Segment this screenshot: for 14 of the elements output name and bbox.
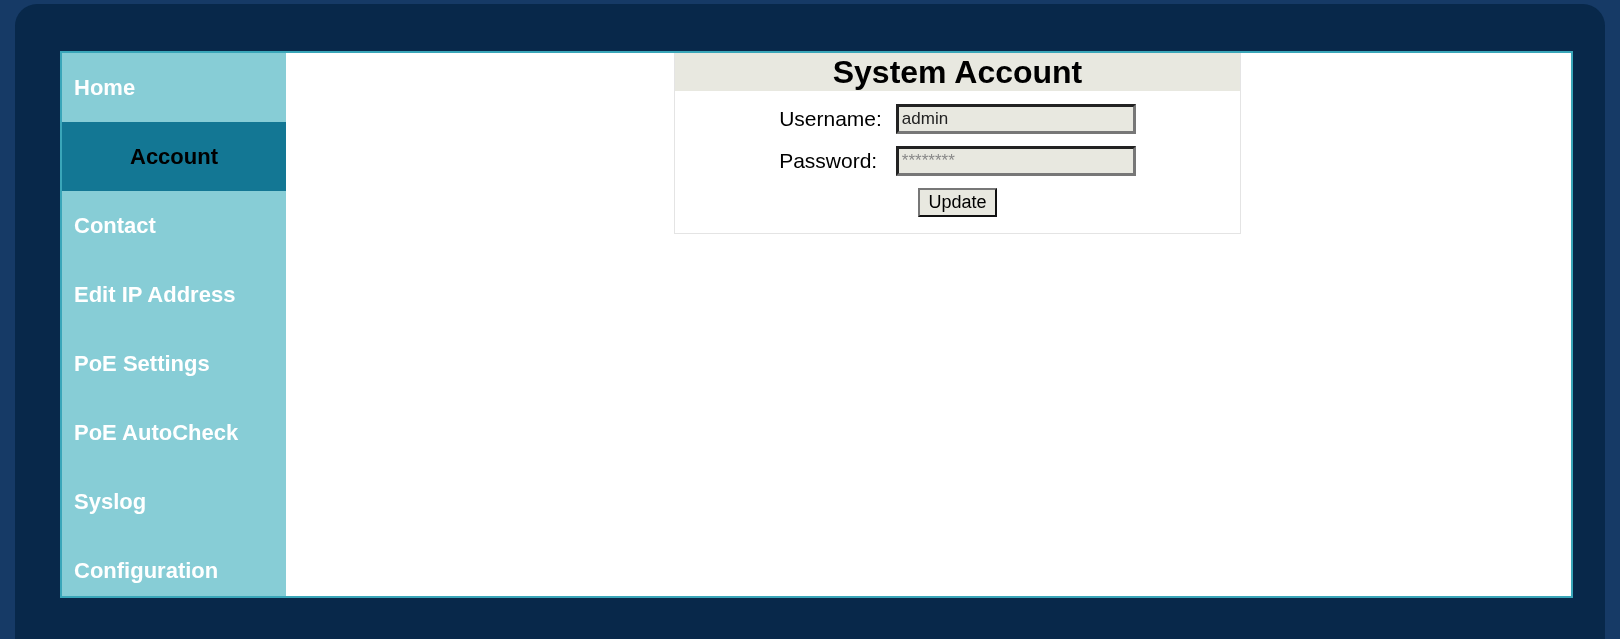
nav-item[interactable]: Configuration: [62, 536, 286, 596]
panel-title: System Account: [675, 53, 1240, 91]
nav-item[interactable]: PoE AutoCheck: [62, 398, 286, 467]
nav-item[interactable]: PoE Settings: [62, 329, 286, 398]
nav-item[interactable]: Account: [62, 122, 286, 191]
nav-item[interactable]: Home: [62, 53, 286, 122]
update-button[interactable]: Update: [918, 188, 997, 217]
field-label: Username:: [779, 107, 882, 131]
nav-item[interactable]: Contact: [62, 191, 286, 260]
field-label: Password:: [779, 149, 879, 173]
nav-item[interactable]: Edit IP Address: [62, 260, 286, 329]
input-field[interactable]: admin: [895, 104, 1136, 134]
input-field[interactable]: ********: [895, 146, 1136, 176]
nav-item[interactable]: Syslog: [62, 467, 286, 536]
